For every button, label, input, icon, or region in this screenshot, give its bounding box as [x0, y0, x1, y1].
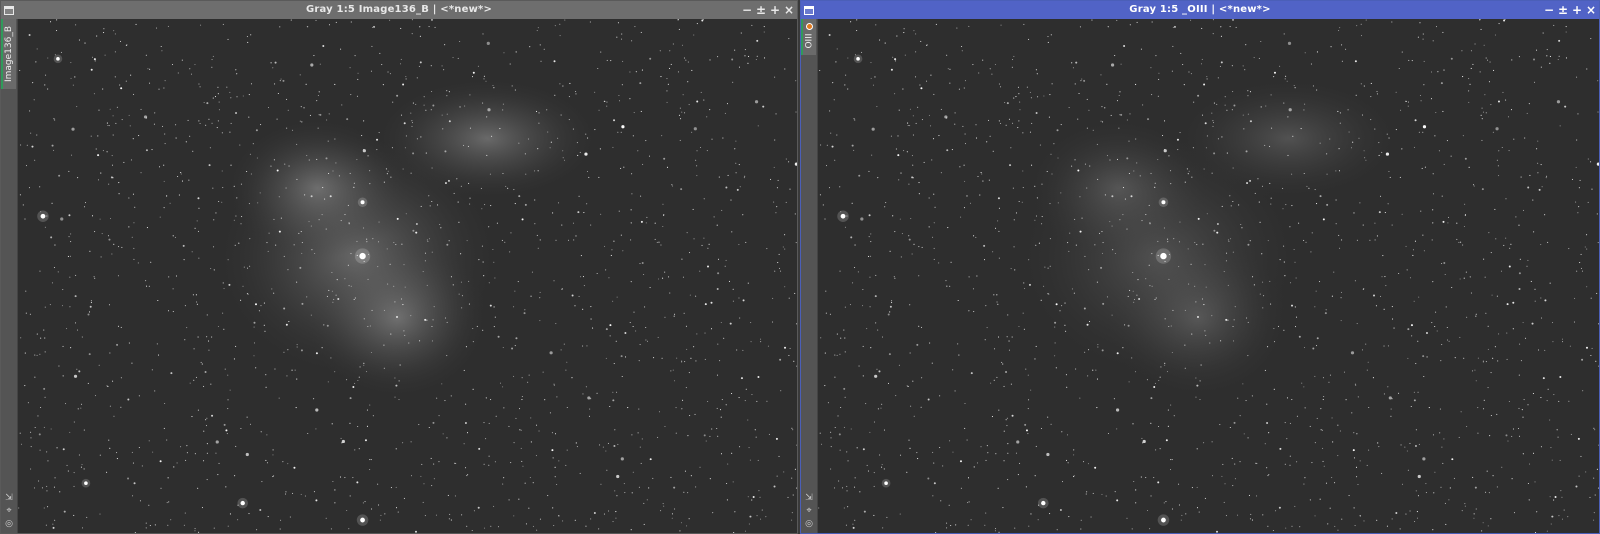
- window-title: Gray 1:5 Image136_B | <*new*>: [305, 4, 493, 15]
- nebula-glow: [307, 238, 488, 398]
- resize-icon[interactable]: ⇲: [5, 493, 13, 503]
- image-viewport[interactable]: [818, 19, 1599, 533]
- pin-icon[interactable]: ⌖: [806, 506, 811, 516]
- view-identifier-tab[interactable]: Image136_B: [1, 19, 16, 89]
- close-button[interactable]: ×: [1585, 3, 1597, 17]
- window-menu-icon[interactable]: [804, 5, 814, 15]
- settings-icon[interactable]: ◎: [805, 519, 813, 529]
- maximize-button[interactable]: +: [1571, 3, 1583, 17]
- resize-icon[interactable]: ⇲: [805, 493, 813, 503]
- view-identifier-label: OIII: [804, 33, 815, 49]
- star-field-image: [18, 19, 797, 533]
- modified-marker-icon: [806, 23, 813, 30]
- star-field-image: [818, 19, 1599, 533]
- view-identifier-tab[interactable]: OIII: [801, 19, 816, 55]
- window-title: Gray 1:5 _OIII | <*new*>: [1129, 4, 1271, 15]
- view-sidebar: OIII ⇲ ⌖ ◎: [801, 19, 818, 533]
- close-button[interactable]: ×: [783, 3, 795, 17]
- nebula-glow: [377, 78, 598, 199]
- shade-button[interactable]: ±: [755, 3, 767, 17]
- image-viewport[interactable]: [18, 19, 797, 533]
- maximize-button[interactable]: +: [769, 3, 781, 17]
- settings-icon[interactable]: ◎: [5, 519, 13, 529]
- window-menu-icon[interactable]: [4, 5, 14, 15]
- minimize-button[interactable]: −: [1543, 3, 1555, 17]
- view-identifier-label: Image136_B: [4, 25, 15, 83]
- nebula-glow: [1178, 78, 1399, 199]
- window-titlebar[interactable]: Gray 1:5 _OIII | <*new*> − ± + ×: [801, 1, 1599, 19]
- pin-icon[interactable]: ⌖: [6, 506, 11, 516]
- shade-button[interactable]: ±: [1557, 3, 1569, 17]
- minimize-button[interactable]: −: [741, 3, 753, 17]
- view-sidebar: Image136_B ⇲ ⌖ ◎: [1, 19, 18, 533]
- window-titlebar[interactable]: Gray 1:5 Image136_B | <*new*> − ± + ×: [1, 1, 797, 19]
- nebula-glow: [1108, 238, 1289, 398]
- image-window-right[interactable]: Gray 1:5 _OIII | <*new*> − ± + × OIII ⇲ …: [800, 0, 1600, 534]
- image-window-left[interactable]: Gray 1:5 Image136_B | <*new*> − ± + × Im…: [0, 0, 798, 534]
